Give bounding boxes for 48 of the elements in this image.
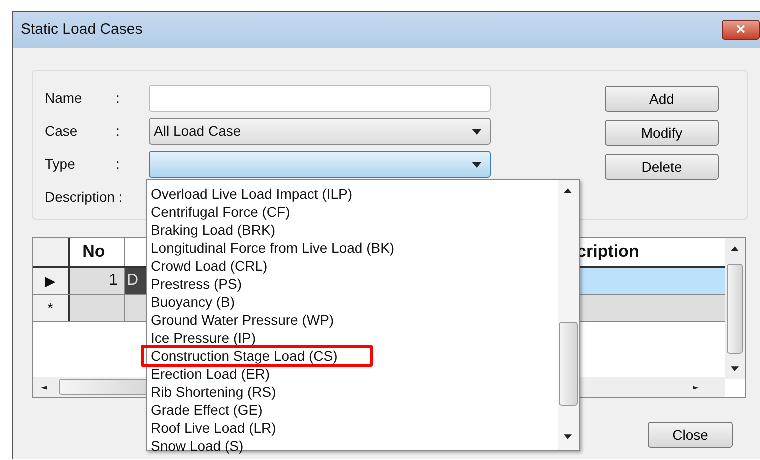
scrollbar-thumb[interactable] [727, 264, 743, 354]
dropdown-option[interactable]: Roof Live Load (LR) [151, 419, 276, 437]
dropdown-option[interactable]: Longitudinal Force from Live Load (BK) [151, 239, 395, 257]
name-field[interactable] [149, 85, 491, 112]
dropdown-caret-icon[interactable] [472, 162, 482, 168]
column-header: No [70, 238, 125, 266]
row-selector[interactable]: ▶ [33, 268, 70, 294]
field-label: Name [45, 89, 84, 108]
vertical-scrollbar[interactable] [725, 238, 745, 379]
scroll-down-icon[interactable] [564, 434, 572, 440]
field-label: Type [45, 155, 76, 174]
dropdown-option[interactable]: Overload Live Load Impact (ILP) [151, 185, 353, 203]
dropdown-option[interactable]: Rib Shortening (RS) [151, 383, 276, 401]
dropdown-option[interactable]: Buoyancy (B) [151, 293, 236, 311]
action-button[interactable]: Modify [605, 120, 719, 146]
dropdown-caret-icon[interactable] [472, 128, 482, 134]
action-button[interactable]: Delete [605, 154, 719, 180]
close-dialog-button[interactable]: Close [648, 422, 733, 448]
window-title: Static Load Cases [21, 20, 143, 40]
dropdown-field[interactable] [149, 151, 491, 178]
scroll-right-icon[interactable] [693, 384, 699, 392]
dropdown-option[interactable]: Centrifugal Force (CF) [151, 203, 290, 221]
scroll-left-icon[interactable] [41, 384, 47, 392]
dropdown-option[interactable]: Construction Stage Load (CS) [141, 345, 373, 367]
dropdown-scrollbar[interactable] [558, 180, 579, 450]
scroll-up-icon[interactable] [564, 188, 572, 194]
dropdown-option[interactable]: Crowd Load (CRL) [151, 257, 268, 275]
table-cell: 1 [70, 268, 125, 294]
label-colon: : [116, 122, 121, 141]
dropdown-option[interactable]: Grade Effect (GE) [151, 401, 263, 419]
label-colon: : [116, 89, 121, 108]
column-header: cription [577, 241, 640, 264]
dropdown-option[interactable]: Snow Load (S) [151, 437, 244, 455]
action-button[interactable]: Add [605, 86, 719, 112]
dropdown-option[interactable]: Prestress (PS) [151, 275, 242, 293]
dropdown-value: All Load Case [154, 122, 242, 141]
dropdown-field[interactable]: All Load Case [149, 118, 491, 145]
field-label: Description : [45, 188, 123, 207]
dropdown-option[interactable]: Ice Pressure (IP) [151, 329, 256, 347]
dropdown-option[interactable]: Braking Load (BRK) [151, 221, 276, 239]
scrollbar-thumb[interactable] [559, 322, 578, 406]
label-colon: : [116, 155, 121, 174]
scroll-up-icon[interactable] [731, 246, 739, 252]
dropdown-option[interactable]: Erection Load (ER) [151, 365, 270, 383]
dropdown-option[interactable]: Ground Water Pressure (WP) [151, 311, 334, 329]
field-label: Case [45, 122, 79, 141]
row-selector[interactable]: * [33, 295, 70, 321]
scroll-down-icon[interactable] [731, 366, 739, 372]
